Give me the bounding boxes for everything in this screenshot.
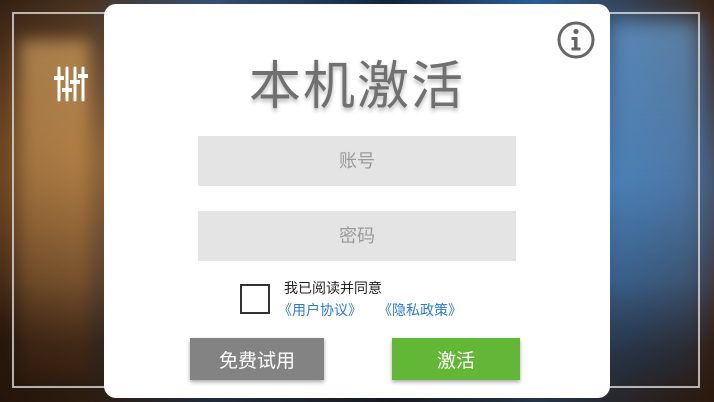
agree-checkbox[interactable] <box>240 284 270 314</box>
account-input[interactable] <box>198 136 516 186</box>
user-agreement-link[interactable]: 《用户协议》 <box>278 300 362 320</box>
password-input[interactable] <box>198 211 516 261</box>
page-title: 本机激活 <box>248 57 465 117</box>
activate-button[interactable]: 激活 <box>392 338 520 380</box>
activation-dialog: 本机激活 我已阅读并同意 《用户协议》 《隐私政策》 免费试用 激活 <box>104 4 610 398</box>
free-trial-button[interactable]: 免费试用 <box>190 338 324 380</box>
agree-label: 我已阅读并同意 <box>284 281 382 297</box>
privacy-policy-link[interactable]: 《隐私政策》 <box>378 300 462 320</box>
equalizer-settings-icon[interactable] <box>54 66 92 102</box>
